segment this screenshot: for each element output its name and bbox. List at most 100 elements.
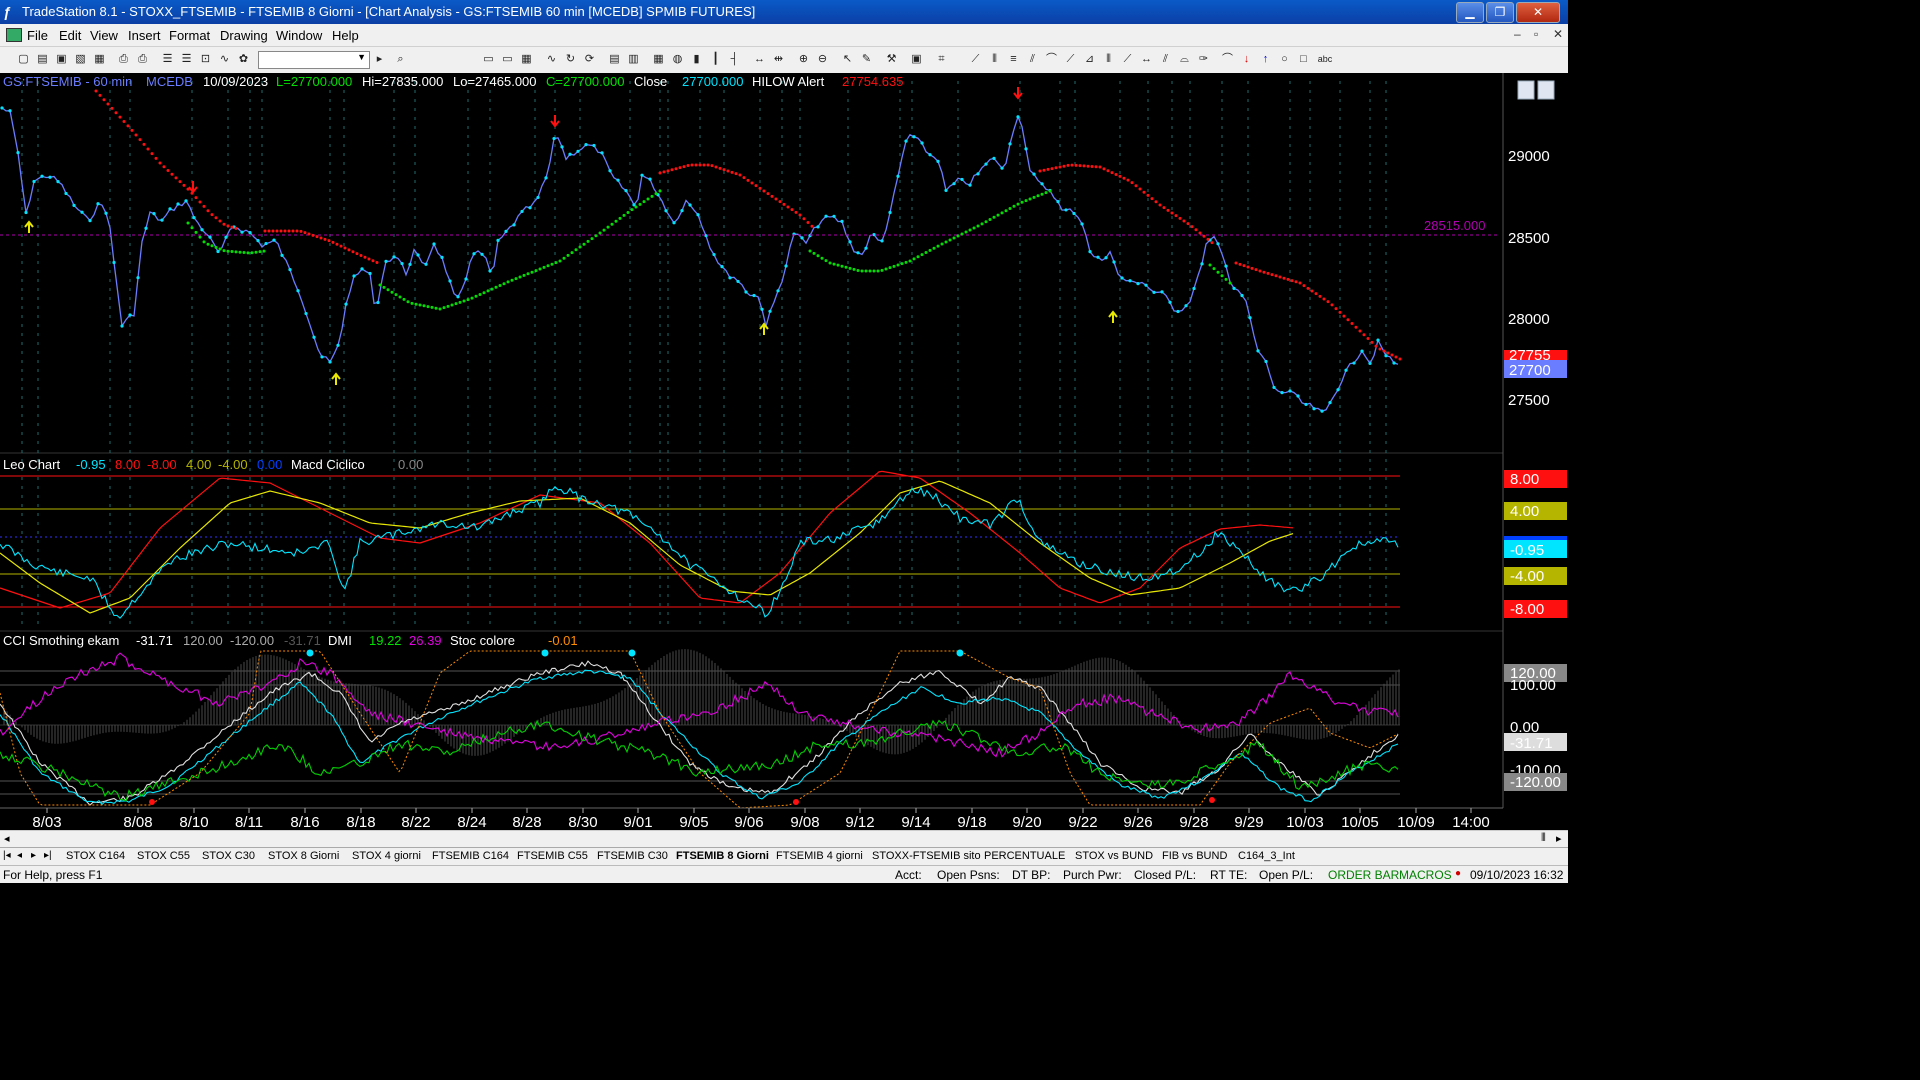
tab-stox-c55[interactable]: STOX C55: [137, 850, 190, 862]
chart-canvas[interactable]: 8/03 8/08 8/10 8/11 8/16 8/18 8/22 8/24 8/28 8/30…: [0, 73, 1568, 829]
fan-icon[interactable]: ⟋: [1121, 53, 1134, 66]
arrow-right-icon[interactable]: ▸: [373, 53, 386, 66]
tab-c164-3-int[interactable]: C164_3_Int: [1238, 850, 1295, 862]
bar-chart-icon[interactable]: ▮: [690, 53, 703, 66]
tab-stox-4-giorni[interactable]: STOX 4 giorni: [352, 850, 421, 862]
scanner-icon[interactable]: ▤: [608, 53, 621, 66]
pointer-icon[interactable]: ↖: [841, 53, 854, 66]
mdi-minimize-button[interactable]: –: [1514, 27, 1521, 41]
tab-prev-icon[interactable]: ◂: [17, 850, 22, 861]
tab-stox-c164[interactable]: STOX C164: [66, 850, 125, 862]
speedline-icon[interactable]: ⊿: [1083, 53, 1096, 66]
menu-window[interactable]: Window: [276, 28, 322, 43]
menu-help[interactable]: Help: [332, 28, 359, 43]
zoom-out-icon[interactable]: ⊖: [816, 53, 829, 66]
open-icon[interactable]: ▤: [36, 53, 49, 66]
menu-insert[interactable]: Insert: [128, 28, 161, 43]
minimize-button[interactable]: ▁: [1456, 2, 1484, 23]
pen-icon[interactable]: ✑: [1197, 53, 1210, 66]
close-button[interactable]: ✕: [1516, 2, 1560, 23]
candle-icon[interactable]: ┃: [709, 53, 722, 66]
tab-next-icon[interactable]: ▸: [31, 850, 36, 861]
mdi-restore-button[interactable]: ▫: [1534, 27, 1538, 41]
horizontal-scrollbar[interactable]: ◂ ⦀ ▸: [0, 830, 1568, 847]
tab-first-icon[interactable]: |◂: [3, 850, 11, 861]
symbol-input[interactable]: ▼: [258, 51, 370, 69]
parallel-icon[interactable]: ⫽: [1159, 53, 1172, 66]
tab-ftsemib-8-giorni[interactable]: FTSEMIB 8 Giorni: [676, 850, 769, 862]
tab-stoxx-ftsemib-sito[interactable]: STOXX-FTSEMIB sito: [872, 850, 981, 862]
menu-drawing[interactable]: Drawing: [220, 28, 268, 43]
open-workspace-icon[interactable]: ▦: [93, 53, 106, 66]
horizontal-lines-icon[interactable]: ≡: [1007, 53, 1020, 66]
text-icon[interactable]: abc: [1315, 53, 1335, 66]
chart-icon[interactable]: ∿: [545, 53, 558, 66]
reload-icon[interactable]: ⟳: [583, 53, 596, 66]
strategy-icon[interactable]: ✿: [237, 53, 250, 66]
format-icon[interactable]: ☰: [161, 53, 174, 66]
gann-icon[interactable]: ⦀: [1102, 53, 1115, 66]
curve-icon[interactable]: ⌒: [1221, 53, 1234, 66]
scroll-right-icon[interactable]: ▸: [1556, 832, 1562, 845]
menu-format[interactable]: Format: [169, 28, 210, 43]
print-icon[interactable]: ⎙: [117, 53, 130, 66]
objects-icon[interactable]: ▣: [910, 53, 923, 66]
vertical-lines-icon[interactable]: ⦀: [988, 53, 1001, 66]
maximize-button[interactable]: ❐: [1486, 2, 1514, 23]
chevron-down-icon[interactable]: ▼: [357, 52, 366, 62]
find-icon[interactable]: ⌕: [394, 53, 407, 66]
tab-ftsemib-c55[interactable]: FTSEMIB C55: [517, 850, 588, 862]
panel-minimize-button[interactable]: [1517, 80, 1535, 100]
tab-stox-8-giorni[interactable]: STOX 8 Giorni: [268, 850, 339, 862]
window2-icon[interactable]: ▭: [501, 53, 514, 66]
channel-icon[interactable]: ⫽: [1026, 53, 1039, 66]
circle-icon[interactable]: ○: [1278, 53, 1291, 66]
ohlc-icon[interactable]: ┤: [728, 53, 741, 66]
globe-icon[interactable]: ◍: [671, 53, 684, 66]
scroll-zoom-icon[interactable]: ⦀: [1541, 832, 1546, 845]
arrow-down-icon[interactable]: ↓: [1240, 53, 1253, 66]
expand-icon[interactable]: ⇹: [772, 53, 785, 66]
tab-ftsemib-c164[interactable]: FTSEMIB C164: [432, 850, 509, 862]
tab-percentuale[interactable]: PERCENTUALE: [984, 850, 1065, 862]
rectangle-icon[interactable]: □: [1297, 53, 1310, 66]
lock-icon[interactable]: ⊡: [199, 53, 212, 66]
menu-edit[interactable]: Edit: [59, 28, 81, 43]
chart-doc-icon[interactable]: [6, 28, 22, 42]
chart-area[interactable]: 8/03 8/08 8/10 8/11 8/16 8/18 8/22 8/24 8/28 8/30…: [0, 73, 1568, 829]
order-bar-button[interactable]: ORDER BAR: [1328, 868, 1399, 882]
panel-restore-button[interactable]: [1537, 80, 1555, 100]
tab-last-icon[interactable]: ▸|: [44, 850, 52, 861]
arrow-up-icon[interactable]: ↑: [1259, 53, 1272, 66]
indicator-icon[interactable]: ∿: [218, 53, 231, 66]
tradestation-icon[interactable]: ƒ: [3, 4, 17, 20]
print-preview-icon[interactable]: ⎙: [136, 53, 149, 66]
tab-ftsemib-4-giorni[interactable]: FTSEMIB 4 giorni: [776, 850, 863, 862]
arc-icon[interactable]: ⌓: [1178, 53, 1191, 66]
tools-icon[interactable]: ⚒: [885, 53, 898, 66]
window-icon[interactable]: ▭: [482, 53, 495, 66]
macros-button[interactable]: MACROS: [1399, 868, 1452, 882]
data-tip-icon[interactable]: ✎: [860, 53, 873, 66]
new-workspace-icon[interactable]: ▧: [74, 53, 87, 66]
retrace-icon[interactable]: ⟋: [1064, 53, 1077, 66]
fib-icon[interactable]: ⌒: [1045, 53, 1058, 66]
arrow-lr-icon[interactable]: ↔: [1140, 53, 1153, 66]
tab-stox-vs-bund[interactable]: STOX vs BUND: [1075, 850, 1153, 862]
tab-fib-vs-bund[interactable]: FIB vs BUND: [1162, 850, 1227, 862]
refresh-icon[interactable]: ↻: [564, 53, 577, 66]
trendline-icon[interactable]: ⟋: [969, 53, 982, 66]
menu-file[interactable]: File: [27, 28, 48, 43]
table-icon[interactable]: ▦: [520, 53, 533, 66]
format-symbol-icon[interactable]: ☰: [180, 53, 193, 66]
zoom-in-icon[interactable]: ⊕: [797, 53, 810, 66]
scroll-left-icon[interactable]: ◂: [4, 832, 10, 845]
mdi-close-button[interactable]: ✕: [1553, 27, 1563, 41]
new-icon[interactable]: ▢: [17, 53, 30, 66]
grid-icon[interactable]: ⌗: [935, 53, 948, 66]
menu-view[interactable]: View: [90, 28, 118, 43]
matrix-icon[interactable]: ▦: [652, 53, 665, 66]
monitor-icon[interactable]: ▥: [627, 53, 640, 66]
tab-stox-c30[interactable]: STOX C30: [202, 850, 255, 862]
save-icon[interactable]: ▣: [55, 53, 68, 66]
